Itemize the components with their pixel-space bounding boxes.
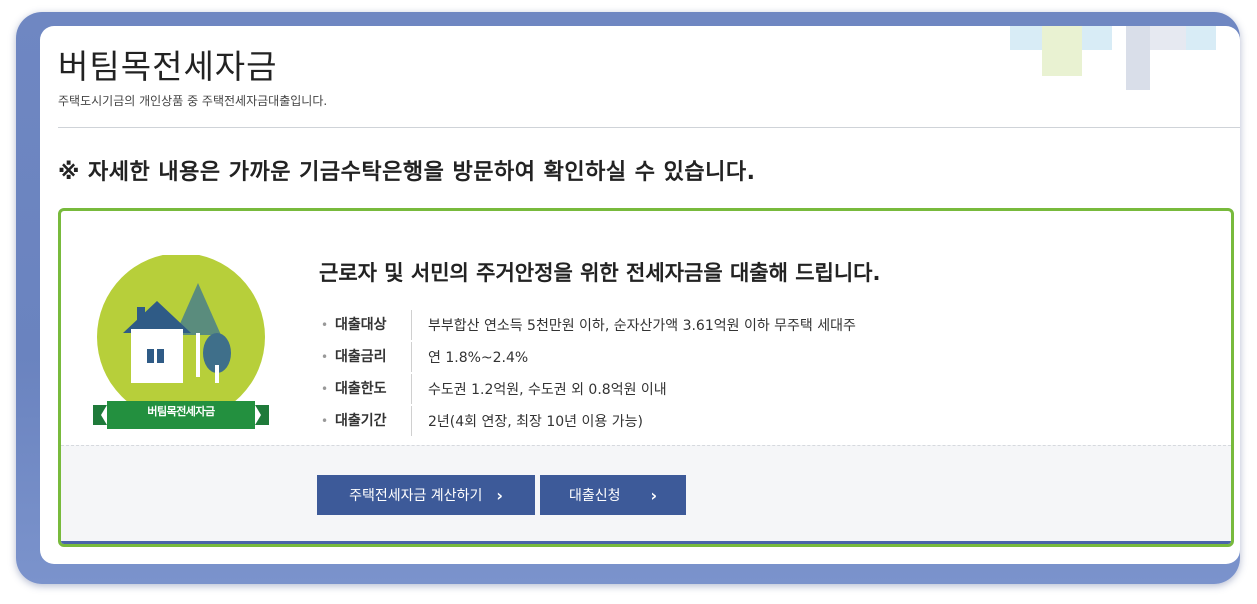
product-headline: 근로자 및 서민의 주거안정을 위한 전세자금을 대출해 드립니다. <box>319 261 881 285</box>
bullet: • <box>321 414 329 428</box>
content-panel: 버팀목전세자금 주택도시기금의 개인상품 중 주택전세자금대출입니다. ※ 자세… <box>40 26 1240 564</box>
detail-key: 대출기간 <box>335 406 412 436</box>
detail-row-period: • 대출기간 2년(4회 연장, 최장 10년 이용 가능) <box>321 405 856 437</box>
detail-value: 2년(4회 연장, 최장 10년 이용 가능) <box>428 414 643 430</box>
chevron-right-icon: › <box>496 485 503 505</box>
calculator-button[interactable]: 주택전세자금 계산하기 › <box>317 475 535 515</box>
divider <box>58 127 1240 128</box>
emblem-label: 버팀목전세자금 <box>147 405 215 418</box>
bullet: • <box>321 318 329 332</box>
detail-value: 연 1.8%~2.4% <box>428 350 529 366</box>
notice-text: ※ 자세한 내용은 가까운 기금수탁은행을 방문하여 확인하실 수 있습니다. <box>58 160 756 185</box>
detail-row-rate: • 대출금리 연 1.8%~2.4% <box>321 341 856 373</box>
decorative-blocks <box>1010 26 1216 90</box>
bullet: • <box>321 382 329 396</box>
chevron-right-icon: › <box>650 485 658 505</box>
detail-row-target: • 대출대상 부부합산 연소득 5천만원 이하, 순자산가액 3.61억원 이하… <box>321 309 856 341</box>
page-subtitle: 주택도시기금의 개인상품 중 주택전세자금대출입니다. <box>58 94 328 108</box>
product-emblem: 버팀목전세자금 <box>93 253 269 435</box>
page-title: 버팀목전세자금 <box>58 47 278 86</box>
card-footer <box>61 445 1231 544</box>
bullet: • <box>321 350 329 364</box>
detail-key: 대출금리 <box>335 342 412 372</box>
detail-row-limit: • 대출한도 수도권 1.2억원, 수도권 외 0.8억원 이내 <box>321 373 856 405</box>
calculator-button-label: 주택전세자금 계산하기 <box>349 488 483 504</box>
detail-value: 수도권 1.2억원, 수도권 외 0.8억원 이내 <box>428 382 667 398</box>
detail-key: 대출대상 <box>335 310 412 340</box>
product-card: 버팀목전세자금 근로자 및 서민의 주거안정을 위한 전세자금을 대출해 드립니… <box>58 208 1234 547</box>
detail-value: 부부합산 연소득 5천만원 이하, 순자산가액 3.61억원 이하 무주택 세대… <box>428 318 856 334</box>
apply-loan-button-label: 대출신청 <box>568 488 621 504</box>
detail-key: 대출한도 <box>335 374 412 404</box>
apply-loan-button[interactable]: 대출신청 › <box>540 475 686 515</box>
product-details: • 대출대상 부부합산 연소득 5천만원 이하, 순자산가액 3.61억원 이하… <box>321 309 856 437</box>
